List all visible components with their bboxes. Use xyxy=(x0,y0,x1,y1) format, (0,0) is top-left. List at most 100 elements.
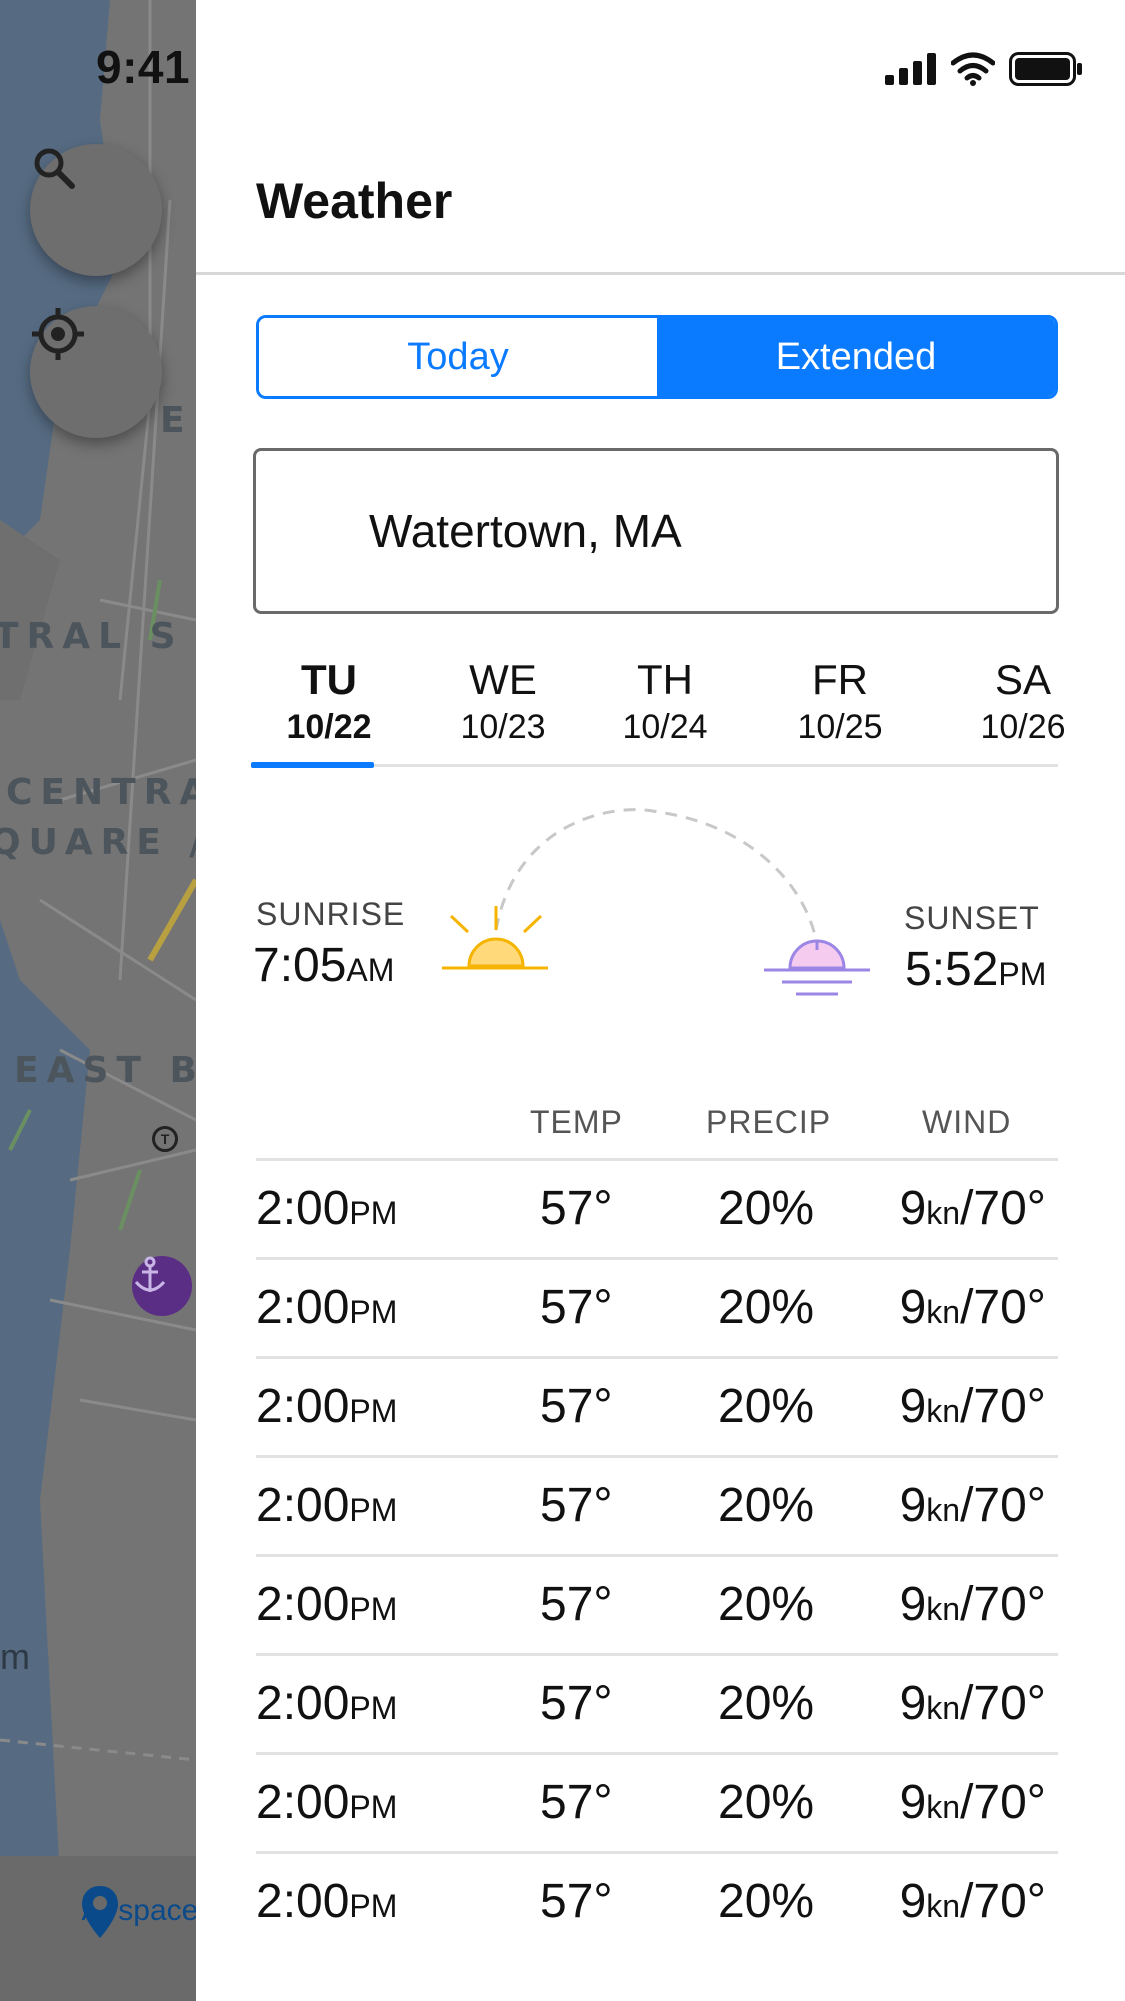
cellular-signal-icon xyxy=(885,53,936,85)
row-wind: 9kn/70° xyxy=(900,1874,1046,1929)
day-abbr: FR xyxy=(812,656,868,703)
row-wind: 9kn/70° xyxy=(900,1379,1046,1434)
time-value: 2:00 xyxy=(256,1875,350,1928)
sunrise-ampm: AM xyxy=(346,952,395,988)
day-tab-tu[interactable]: TU 10/22 xyxy=(254,655,404,749)
day-tab-we[interactable]: WE 10/23 xyxy=(428,655,578,749)
row-temp: 57° xyxy=(540,1281,613,1334)
map-pin-icon xyxy=(82,1886,118,1938)
column-header-wind: WIND xyxy=(922,1104,1012,1140)
row-time: 2:00PM xyxy=(256,1478,397,1533)
map-label: QUARE / xyxy=(0,822,196,863)
map-label: TRAL S xyxy=(0,616,184,657)
location-field[interactable]: Watertown, MA xyxy=(253,448,1059,614)
row-time: 2:00PM xyxy=(256,1280,397,1335)
row-wind: 9kn/70° xyxy=(900,1577,1046,1632)
wind-speed: 9 xyxy=(899,1776,927,1829)
row-time: 2:00PM xyxy=(256,1775,397,1830)
forecast-segmented-control: Today Extended xyxy=(256,315,1058,399)
search-button[interactable] xyxy=(30,144,162,276)
table-row: 2:00PM 57° 20% 9kn/70° xyxy=(256,1752,1058,1851)
ampm: PM xyxy=(349,1888,398,1924)
column-header-temp: TEMP xyxy=(530,1104,623,1140)
wind-speed: 9 xyxy=(899,1380,927,1433)
ampm: PM xyxy=(349,1195,398,1231)
sunrise-label: SUNRISE xyxy=(256,896,406,932)
table-row: 2:00PM 57° 20% 9kn/70° xyxy=(256,1851,1058,1950)
time-value: 2:00 xyxy=(256,1182,350,1235)
wind-speed: 9 xyxy=(899,1182,927,1235)
wind-unit: kn xyxy=(926,1591,961,1627)
wind-direction: /70° xyxy=(960,1380,1046,1433)
locate-icon xyxy=(32,308,84,360)
row-time: 2:00PM xyxy=(256,1874,397,1929)
row-temp: 57° xyxy=(540,1479,613,1532)
ampm: PM xyxy=(349,1690,398,1726)
row-precip: 20% xyxy=(718,1281,815,1334)
day-date: 10/22 xyxy=(286,708,372,746)
ampm: PM xyxy=(349,1789,398,1825)
time-value: 2:00 xyxy=(256,1281,350,1334)
tab-airspace[interactable]: Airspace xyxy=(80,1884,196,1938)
wind-direction: /70° xyxy=(960,1281,1046,1334)
sunset-icon xyxy=(764,939,870,996)
map-label: E xyxy=(160,400,193,441)
time-value: 2:00 xyxy=(256,1479,350,1532)
weather-panel: Weather Today Extended Watertown, MA TU … xyxy=(196,0,1125,2001)
transit-badge: T xyxy=(152,1126,178,1152)
row-precip: 20% xyxy=(718,1578,815,1631)
map-streets xyxy=(0,0,196,2001)
ampm: PM xyxy=(349,1294,398,1330)
row-temp: 57° xyxy=(540,1182,613,1235)
row-temp: 57° xyxy=(540,1875,613,1928)
row-wind: 9kn/70° xyxy=(900,1775,1046,1830)
table-row: 2:00PM 57° 20% 9kn/70° xyxy=(256,1356,1058,1455)
location-value: Watertown, MA xyxy=(369,505,682,557)
map-label: m xyxy=(0,1636,30,1677)
day-date: 10/23 xyxy=(460,708,546,746)
day-date: 10/26 xyxy=(980,708,1066,746)
marina-marker[interactable] xyxy=(132,1256,192,1316)
wind-unit: kn xyxy=(926,1789,961,1825)
page-title: Weather xyxy=(256,173,453,229)
wind-unit: kn xyxy=(926,1294,961,1330)
wind-unit: kn xyxy=(926,1195,961,1231)
sunset-ampm: PM xyxy=(998,956,1047,992)
wind-speed: 9 xyxy=(899,1479,927,1532)
day-tab-fr[interactable]: FR 10/25 xyxy=(765,655,915,749)
wind-speed: 9 xyxy=(899,1677,927,1730)
day-tab-sa[interactable]: SA 10/26 xyxy=(948,655,1098,749)
locate-button[interactable] xyxy=(30,306,162,438)
header-divider xyxy=(196,272,1125,275)
day-date: 10/24 xyxy=(622,708,708,746)
day-selector: TU 10/22 WE 10/23 TH 10/24 FR 10/25 SA 1… xyxy=(252,655,1065,770)
row-wind: 9kn/70° xyxy=(900,1280,1046,1335)
wind-direction: /70° xyxy=(960,1479,1046,1532)
row-temp: 57° xyxy=(540,1578,613,1631)
tab-extended[interactable]: Extended xyxy=(657,318,1055,396)
battery-icon xyxy=(1009,52,1082,86)
wind-unit: kn xyxy=(926,1492,961,1528)
map-view[interactable]: 9:41 E TRAL S CENTRA QUARE / EAST B m T xyxy=(0,0,196,2001)
search-icon xyxy=(34,148,75,189)
wind-speed: 9 xyxy=(899,1281,927,1334)
wind-unit: kn xyxy=(926,1690,961,1726)
row-precip: 20% xyxy=(718,1875,815,1928)
row-precip: 20% xyxy=(718,1380,815,1433)
row-precip: 20% xyxy=(718,1776,815,1829)
day-abbr: SA xyxy=(994,656,1052,703)
table-row: 2:00PM 57° 20% 9kn/70° xyxy=(256,1554,1058,1653)
day-tab-th[interactable]: TH 10/24 xyxy=(590,655,740,749)
day-abbr: TH xyxy=(637,656,693,703)
wind-unit: kn xyxy=(926,1393,961,1429)
row-time: 2:00PM xyxy=(256,1676,397,1731)
wind-unit: kn xyxy=(926,1888,961,1924)
wind-direction: /70° xyxy=(960,1182,1046,1235)
row-time: 2:00PM xyxy=(256,1379,397,1434)
wind-speed: 9 xyxy=(899,1578,927,1631)
anchor-icon xyxy=(134,1256,166,1292)
tab-today[interactable]: Today xyxy=(259,318,657,396)
day-abbr: TU xyxy=(301,656,357,703)
map-label: CENTRA xyxy=(6,772,196,813)
day-abbr: WE xyxy=(469,656,537,703)
